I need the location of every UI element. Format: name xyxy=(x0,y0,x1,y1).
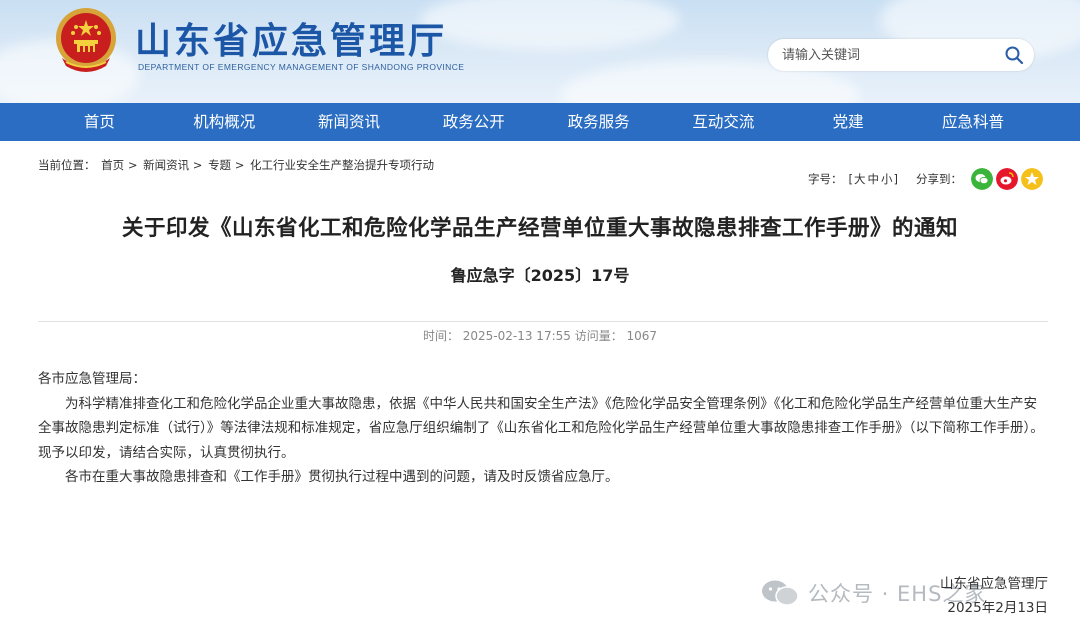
breadcrumb-prefix: 当前位置： xyxy=(38,158,96,172)
share-label: 分享到： xyxy=(916,172,962,186)
nav-item-interaction[interactable]: 互动交流 xyxy=(661,103,786,141)
wechat-icon[interactable] xyxy=(971,168,993,190)
main-nav: 首页 机构概况 新闻资讯 政务公开 政务服务 互动交流 党建 应急科普 xyxy=(0,103,1080,141)
divider xyxy=(38,321,1048,322)
font-size-bracket-close: ] xyxy=(893,172,899,186)
article-meta: 时间： 2025-02-13 17:55 访问量： 1067 xyxy=(422,329,658,343)
national-emblem-icon[interactable] xyxy=(52,6,120,76)
article-tools: 字号： [ 大 中 小 ] 分享到： xyxy=(808,168,1043,190)
font-size-large[interactable]: 大 xyxy=(854,171,866,187)
site-title[interactable]: 山东省应急管理厅 xyxy=(135,12,447,64)
site-subtitle: DEPARTMENT OF EMERGENCY MANAGEMENT OF SH… xyxy=(138,62,465,72)
nav-item-organization[interactable]: 机构概况 xyxy=(162,103,287,141)
signature-date: 2025年2月13日 xyxy=(947,600,1048,616)
nav-item-party[interactable]: 党建 xyxy=(786,103,911,141)
breadcrumb: 当前位置： 首页 > 新闻资讯 > 专题 > 化工行业安全生产整治提升专项行动 xyxy=(38,157,434,173)
search-icon[interactable] xyxy=(1004,45,1024,65)
header-cloud xyxy=(420,0,680,50)
qzone-icon[interactable] xyxy=(1021,168,1043,190)
nav-item-government-affairs[interactable]: 政务公开 xyxy=(411,103,536,141)
search-box xyxy=(768,39,1034,71)
salutation: 各市应急管理局： xyxy=(38,371,146,387)
breadcrumb-separator: > xyxy=(192,158,203,172)
nav-item-home[interactable]: 首页 xyxy=(37,103,162,141)
article-title: 关于印发《山东省化工和危险化学品生产经营单位重大事故隐患排查工作手册》的通知 xyxy=(121,216,958,241)
breadcrumb-separator: > xyxy=(234,158,245,172)
paragraph: 各市在重大事故隐患排查和《工作手册》贯彻执行过程中遇到的问题，请及时反馈省应急厅… xyxy=(65,469,619,485)
breadcrumb-separator: > xyxy=(127,158,138,172)
signature-org: 山东省应急管理厅 xyxy=(940,576,1048,592)
nav-item-services[interactable]: 政务服务 xyxy=(536,103,661,141)
nav-item-news[interactable]: 新闻资讯 xyxy=(287,103,412,141)
font-size-bracket-open: [ xyxy=(848,172,854,186)
paragraph: 为科学精准排查化工和危险化学品企业重大事故隐患，依据《中华人民共和国安全生产法》… xyxy=(38,395,1044,461)
search-input[interactable] xyxy=(782,45,992,65)
breadcrumb-item-topic[interactable]: 专题 xyxy=(208,158,231,172)
breadcrumb-item-current[interactable]: 化工行业安全生产整治提升专项行动 xyxy=(250,158,434,172)
font-size-medium[interactable]: 中 xyxy=(868,171,880,187)
signature-block: 山东省应急管理厅 2025年2月13日 xyxy=(940,572,1048,620)
weibo-icon[interactable] xyxy=(996,168,1018,190)
wechat-watermark-icon xyxy=(762,580,799,606)
breadcrumb-item-home[interactable]: 首页 xyxy=(101,158,124,172)
font-size-small[interactable]: 小 xyxy=(881,171,893,187)
nav-item-science[interactable]: 应急科普 xyxy=(911,103,1036,141)
font-size-label: 字号： xyxy=(808,172,843,186)
article-body: 各市应急管理局： 为科学精准排查化工和危险化学品企业重大事故隐患，依据《中华人民… xyxy=(38,367,1050,490)
site-header: 山东省应急管理厅 DEPARTMENT OF EMERGENCY MANAGEM… xyxy=(0,0,1080,103)
document-number: 鲁应急字〔2025〕17号 xyxy=(450,266,630,285)
breadcrumb-item-news[interactable]: 新闻资讯 xyxy=(143,158,189,172)
